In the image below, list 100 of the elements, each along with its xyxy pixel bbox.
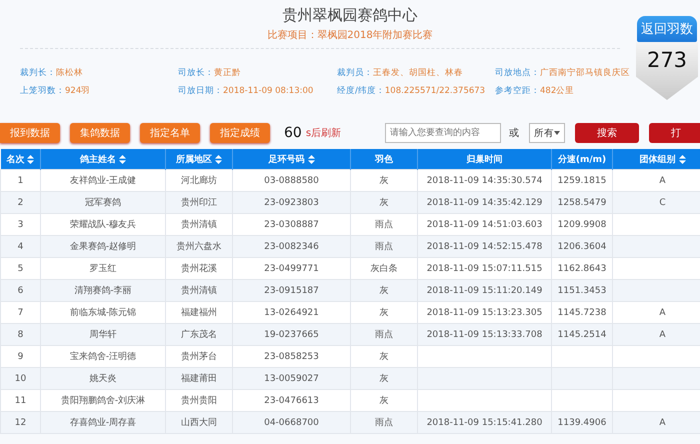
table-cell: 1162.8643 (552, 258, 612, 280)
countdown-label: s后刷新 (306, 126, 342, 140)
table-cell: 贵州清镇 (166, 280, 232, 302)
table-cell: 1206.3604 (552, 236, 612, 258)
table-cell: 23-0858253 (232, 346, 350, 368)
table-cell: 6 (0, 280, 40, 302)
column-header: 羽色 (350, 149, 418, 170)
table-cell: 金果赛鸽-赵修明 (40, 236, 166, 258)
table-cell: 贵州六盘水 (166, 236, 232, 258)
table-cell: 冠军赛鸽 (40, 192, 166, 214)
table-cell: 灰 (350, 346, 418, 368)
table-cell: 周华轩 (40, 324, 166, 346)
data-button[interactable]: 指定成绩 (210, 123, 270, 143)
table-cell: C (612, 192, 700, 214)
race-subtitle: 比赛项目：翠枫园2018年附加赛比赛 (267, 28, 433, 42)
table-cell: 2018-11-09 15:13:23.305 (418, 302, 552, 324)
table-cell: 存喜鸽业-周存喜 (40, 412, 166, 434)
table-cell: 10 (0, 368, 40, 390)
table-cell: 雨点 (350, 214, 418, 236)
table-cell: 1 (0, 170, 40, 192)
table-cell: 03-0888580 (232, 170, 350, 192)
table-cell: 姚天炎 (40, 368, 166, 390)
table-cell: 友祥鸽业-王成健 (40, 170, 166, 192)
table-cell: 贵州花溪 (166, 258, 232, 280)
table-cell: 前临东城-陈元锦 (40, 302, 166, 324)
table-cell: 1145.2514 (552, 324, 612, 346)
return-count-badge: 273 (636, 42, 698, 100)
table-cell: 贵阳翔鹏鸽舍-刘庆淋 (40, 390, 166, 412)
column-header[interactable]: 所属地区 (166, 149, 232, 170)
table-cell: 灰 (350, 390, 418, 412)
data-button[interactable]: 集鸽数据 (70, 123, 130, 143)
info-field: 经度/纬度：108.225571/22.375673 (337, 85, 495, 97)
table-cell: 23-0499771 (232, 258, 350, 280)
table-cell: 13-0264921 (232, 302, 350, 324)
page-title: 贵州翠枫园赛鸽中心 (282, 6, 418, 25)
table-cell: 23-0923803 (232, 192, 350, 214)
table-cell: 2 (0, 192, 40, 214)
table-cell: 雨点 (350, 236, 418, 258)
table-cell: 2018-11-09 15:07:11.515 (418, 258, 552, 280)
info-field: 裁判长：陈松林 (20, 67, 178, 79)
column-header[interactable]: 鸽主姓名 (40, 149, 166, 170)
search-button[interactable]: 搜索 (575, 123, 640, 143)
table-cell: 福建莆田 (166, 368, 232, 390)
table-cell: 河北廊坊 (166, 170, 232, 192)
data-button[interactable]: 指定名单 (140, 123, 200, 143)
info-field: 司放日期：2018-11-09 08:13:00 (178, 85, 337, 97)
table-cell: 9 (0, 346, 40, 368)
column-header[interactable]: 团体组别 (612, 149, 700, 170)
table-cell: 2018-11-09 14:52:15.478 (418, 236, 552, 258)
sort-icon[interactable] (27, 154, 34, 164)
table-cell: 灰 (350, 192, 418, 214)
table-cell: 23-0308887 (232, 214, 350, 236)
column-header: 归巢时间 (418, 149, 552, 170)
table-cell: 贵州清镇 (166, 214, 232, 236)
table-cell: 广东茂名 (166, 324, 232, 346)
column-header[interactable]: 足环号码 (232, 149, 350, 170)
sort-icon[interactable] (215, 154, 222, 164)
info-field: 司放长：黄正黔 (178, 67, 337, 79)
sort-icon[interactable] (119, 154, 126, 164)
table-cell: 1145.7238 (552, 302, 612, 324)
data-button[interactable]: 报到数据 (0, 123, 60, 143)
table-cell: 1151.3453 (552, 280, 612, 302)
table-cell: 1139.4906 (552, 412, 612, 434)
or-label: 或 (509, 126, 520, 140)
table-cell: 宝来鸽舍-汪明德 (40, 346, 166, 368)
table-cell: 23-0915187 (232, 280, 350, 302)
countdown-value: 60 (284, 125, 302, 141)
table-cell: 8 (0, 324, 40, 346)
filter-select[interactable]: 所有 (529, 123, 566, 143)
table-cell: 山西大同 (166, 412, 232, 434)
table-cell: 雨点 (350, 412, 418, 434)
sort-icon[interactable] (678, 154, 686, 164)
sort-icon[interactable] (308, 154, 314, 164)
table-cell: 清翔赛鸽-李丽 (40, 280, 166, 302)
table-cell: 灰白条 (350, 258, 418, 280)
table-cell: 灰 (350, 280, 418, 302)
table-cell: 2018-11-09 14:35:42.129 (418, 192, 552, 214)
table-cell: 1258.5479 (552, 192, 612, 214)
table-cell: 灰 (350, 302, 418, 324)
column-header: 分速(m/m) (552, 149, 612, 170)
return-count-label[interactable]: 返回羽数 (637, 16, 697, 42)
table-cell: A (612, 412, 700, 434)
table-cell: 3 (0, 214, 40, 236)
table-cell: 2018-11-09 15:11:20.149 (418, 280, 552, 302)
caret-icon (554, 131, 560, 135)
info-field: 上笼羽数：924羽 (20, 85, 178, 97)
table-cell: 7 (0, 302, 40, 324)
table-cell: 11 (0, 390, 40, 412)
table-cell: A (612, 170, 700, 192)
column-header[interactable]: 名次 (0, 149, 40, 170)
info-field: 裁判员：王春发、胡国柱、林春 (337, 67, 495, 79)
table-cell: 13-0059027 (232, 368, 350, 390)
print-button[interactable]: 打 (649, 123, 700, 143)
table-cell: 19-0237665 (232, 324, 350, 346)
search-field[interactable]: 请输入您要查询的内容 (385, 123, 502, 143)
table-cell: 2018-11-09 15:15:41.280 (418, 412, 552, 434)
table-cell: 2018-11-09 15:13:33.708 (418, 324, 552, 346)
table-cell: 福建福州 (166, 302, 232, 324)
table-cell: 2018-11-09 14:51:03.603 (418, 214, 552, 236)
table-cell: 灰 (350, 170, 418, 192)
